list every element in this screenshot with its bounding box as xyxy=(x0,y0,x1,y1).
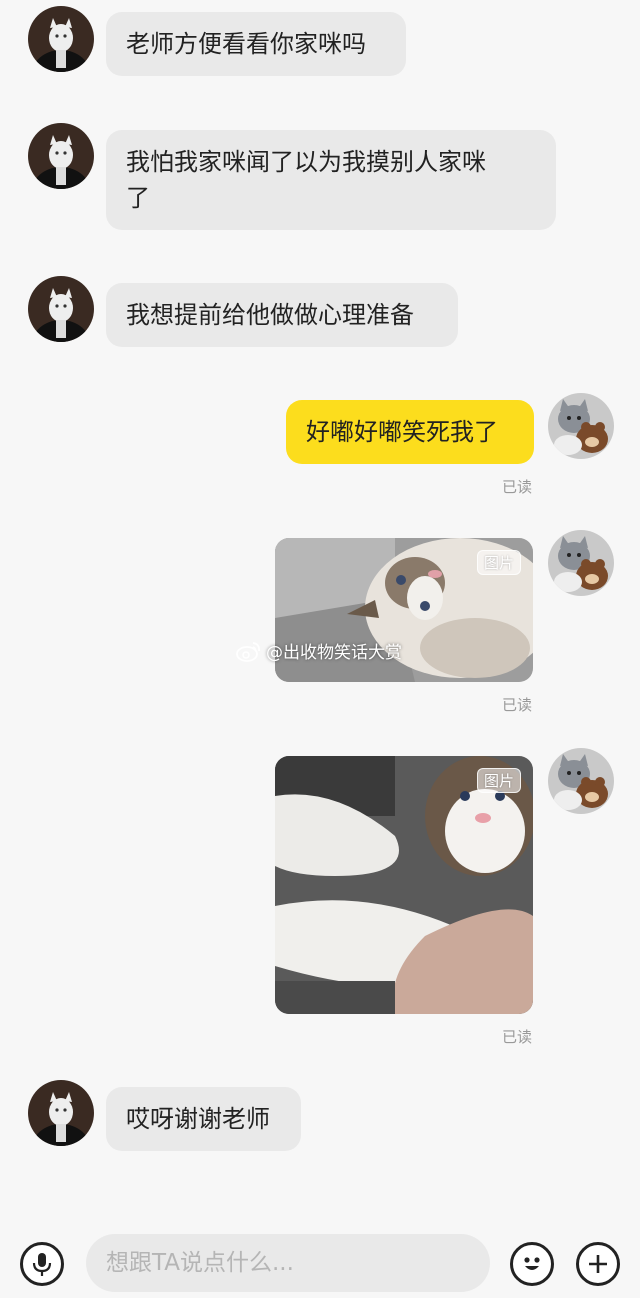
message-bubble-received[interactable]: 老师方便看看你家咪吗 xyxy=(106,12,406,76)
emoji-button[interactable] xyxy=(510,1242,554,1286)
plus-icon xyxy=(589,1255,607,1273)
contact-avatar[interactable] xyxy=(28,123,94,189)
more-button[interactable] xyxy=(576,1242,620,1286)
message-bubble-received[interactable]: 哎呀谢谢老师 xyxy=(106,1087,301,1151)
watermark-text: @出收物笑话大赏 xyxy=(266,643,402,663)
my-avatar[interactable] xyxy=(548,748,614,814)
contact-avatar[interactable] xyxy=(28,6,94,72)
image-message[interactable]: 图片 xyxy=(275,756,533,1014)
message-input[interactable]: 想跟TA说点什么... xyxy=(86,1234,490,1292)
message-text: 老师方便看看你家咪吗 xyxy=(126,30,366,58)
message-bubble-received[interactable]: 我想提前给他做做心理准备 xyxy=(106,283,458,347)
watermark: @出收物笑话大赏 xyxy=(236,638,402,663)
read-status: 已读 xyxy=(502,478,533,496)
message-bubble-received[interactable]: 我怕我家咪闻了以为我摸别人家咪 了 xyxy=(106,130,556,230)
weibo-icon xyxy=(236,641,261,662)
my-avatar[interactable] xyxy=(548,530,614,596)
microphone-icon xyxy=(32,1253,52,1276)
message-bubble-sent[interactable]: 好嘟好嘟笑死我了 xyxy=(286,400,534,464)
read-status: 已读 xyxy=(502,696,533,714)
read-status: 已读 xyxy=(502,1028,533,1046)
emoji-icon xyxy=(524,1257,540,1270)
message-text: 我想提前给他做做心理准备 xyxy=(126,301,414,329)
my-avatar[interactable] xyxy=(548,393,614,459)
message-text: 哎呀谢谢老师 xyxy=(126,1105,270,1133)
message-text-line: 我怕我家咪闻了以为我摸别人家咪 xyxy=(126,148,486,176)
message-text: 好嘟好嘟笑死我了 xyxy=(306,418,498,446)
voice-button[interactable] xyxy=(20,1242,64,1286)
image-tag: 图片 xyxy=(476,768,521,793)
contact-avatar[interactable] xyxy=(28,276,94,342)
contact-avatar[interactable] xyxy=(28,1080,94,1146)
message-text-line: 了 xyxy=(126,184,150,212)
image-tag: 图片 xyxy=(476,550,521,575)
